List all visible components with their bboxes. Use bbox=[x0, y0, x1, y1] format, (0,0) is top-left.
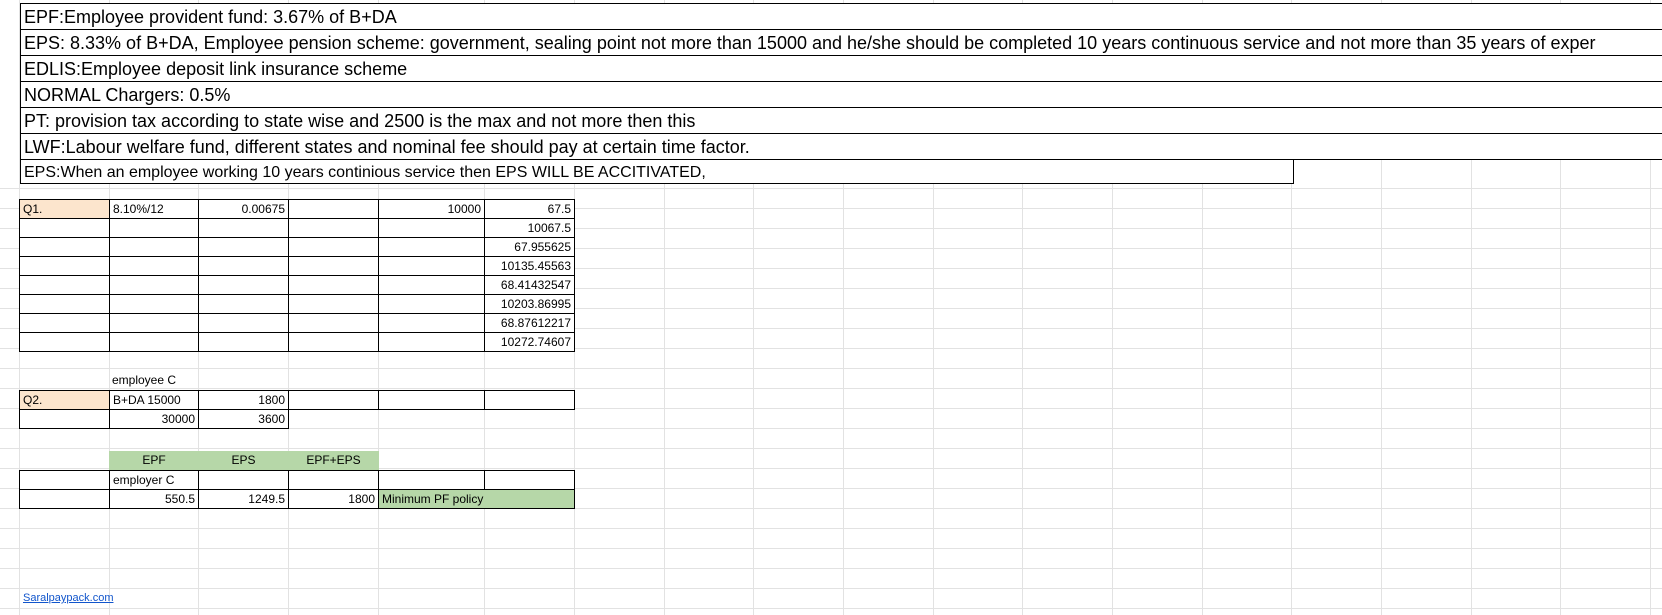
table-cell[interactable] bbox=[288, 199, 379, 219]
table-cell[interactable] bbox=[19, 237, 110, 257]
table-cell[interactable] bbox=[288, 237, 379, 257]
q1-label[interactable]: Q1. bbox=[19, 199, 110, 219]
table-cell[interactable] bbox=[109, 332, 199, 352]
table-cell[interactable] bbox=[288, 332, 379, 352]
gridline bbox=[0, 368, 1662, 369]
gridline bbox=[0, 568, 1662, 569]
gridline bbox=[0, 588, 1662, 589]
table-cell[interactable] bbox=[484, 470, 575, 490]
table-cell[interactable] bbox=[378, 313, 485, 333]
table-cell[interactable] bbox=[288, 275, 379, 295]
gridline bbox=[0, 548, 1662, 549]
q1-result[interactable]: 10067.5 bbox=[484, 218, 575, 238]
table-cell[interactable] bbox=[288, 470, 379, 490]
table-cell[interactable] bbox=[19, 294, 110, 314]
table-cell[interactable] bbox=[288, 390, 379, 410]
q2-value[interactable]: 3600 bbox=[198, 409, 289, 429]
table-cell[interactable] bbox=[19, 409, 110, 429]
table-cell[interactable] bbox=[378, 332, 485, 352]
q1-result[interactable]: 10203.86995 bbox=[484, 294, 575, 314]
table-cell[interactable] bbox=[378, 294, 485, 314]
table-cell[interactable] bbox=[288, 256, 379, 276]
header-eps[interactable]: EPS bbox=[198, 451, 289, 470]
employer-total-value[interactable]: 1800 bbox=[288, 489, 379, 509]
table-cell[interactable] bbox=[109, 294, 199, 314]
table-cell[interactable] bbox=[19, 313, 110, 333]
table-cell[interactable] bbox=[109, 256, 199, 276]
q1-principal[interactable]: 10000 bbox=[378, 199, 485, 219]
q2-amount[interactable]: 30000 bbox=[109, 409, 199, 429]
q2-bda[interactable]: B+DA 15000 bbox=[109, 390, 199, 410]
table-cell[interactable] bbox=[198, 237, 289, 257]
table-cell[interactable] bbox=[109, 218, 199, 238]
q1-monthly-rate[interactable]: 0.00675 bbox=[198, 199, 289, 219]
gridline bbox=[0, 608, 1662, 609]
q2-value[interactable]: 1800 bbox=[198, 390, 289, 410]
q1-result[interactable]: 68.41432547 bbox=[484, 275, 575, 295]
minimum-pf-policy[interactable]: Minimum PF policy bbox=[378, 489, 575, 509]
table-cell[interactable] bbox=[198, 294, 289, 314]
table-cell[interactable] bbox=[198, 313, 289, 333]
table-cell[interactable] bbox=[109, 275, 199, 295]
q2-label[interactable]: Q2. bbox=[19, 390, 110, 410]
table-cell[interactable] bbox=[19, 470, 110, 490]
note-eps-activation[interactable]: EPS:When an employee working 10 years co… bbox=[20, 159, 1294, 184]
q1-result[interactable]: 68.87612217 bbox=[484, 313, 575, 333]
header-epf-eps[interactable]: EPF+EPS bbox=[288, 451, 379, 470]
note-edlis[interactable]: EDLIS:Employee deposit link insurance sc… bbox=[20, 55, 1662, 82]
table-cell[interactable] bbox=[19, 256, 110, 276]
table-cell[interactable] bbox=[109, 313, 199, 333]
q1-rate[interactable]: 8.10%/12 bbox=[109, 199, 199, 219]
table-cell[interactable] bbox=[19, 275, 110, 295]
table-cell[interactable] bbox=[378, 218, 485, 238]
table-cell[interactable] bbox=[378, 470, 485, 490]
employer-c-label[interactable]: employer C bbox=[109, 470, 199, 490]
gridline bbox=[0, 528, 1662, 529]
q1-result[interactable]: 67.5 bbox=[484, 199, 575, 219]
table-cell[interactable] bbox=[19, 332, 110, 352]
spreadsheet-grid[interactable]: EPF:Employee provident fund: 3.67% of B+… bbox=[0, 0, 1662, 615]
note-lwf[interactable]: LWF:Labour welfare fund, different state… bbox=[20, 133, 1662, 160]
table-cell[interactable] bbox=[288, 218, 379, 238]
table-cell[interactable] bbox=[378, 390, 485, 410]
table-cell[interactable] bbox=[484, 390, 575, 410]
table-cell[interactable] bbox=[198, 218, 289, 238]
table-cell[interactable] bbox=[288, 294, 379, 314]
table-cell[interactable] bbox=[198, 470, 289, 490]
q1-result[interactable]: 10135.45563 bbox=[484, 256, 575, 276]
note-epf[interactable]: EPF:Employee provident fund: 3.67% of B+… bbox=[20, 3, 1662, 30]
employer-eps-value[interactable]: 1249.5 bbox=[198, 489, 289, 509]
note-normal-charges[interactable]: NORMAL Chargers: 0.5% bbox=[20, 81, 1662, 108]
table-cell[interactable] bbox=[288, 313, 379, 333]
employer-epf-value[interactable]: 550.5 bbox=[109, 489, 199, 509]
gridline bbox=[0, 388, 1662, 389]
saralpaypack-link[interactable]: Saralpaypack.com bbox=[23, 592, 114, 604]
note-pt[interactable]: PT: provision tax according to state wis… bbox=[20, 107, 1662, 134]
table-cell[interactable] bbox=[378, 256, 485, 276]
employee-c-label[interactable]: employee C bbox=[109, 371, 199, 391]
table-cell[interactable] bbox=[378, 275, 485, 295]
q1-result[interactable]: 67.955625 bbox=[484, 237, 575, 257]
q1-result[interactable]: 10272.74607 bbox=[484, 332, 575, 352]
table-cell[interactable] bbox=[109, 237, 199, 257]
table-cell[interactable] bbox=[198, 256, 289, 276]
header-epf[interactable]: EPF bbox=[109, 451, 199, 470]
table-cell[interactable] bbox=[19, 218, 110, 238]
table-cell[interactable] bbox=[19, 489, 110, 509]
table-cell[interactable] bbox=[198, 332, 289, 352]
table-cell[interactable] bbox=[378, 237, 485, 257]
gridline bbox=[0, 188, 1662, 189]
note-eps[interactable]: EPS: 8.33% of B+DA, Employee pension sch… bbox=[20, 29, 1662, 56]
gridline bbox=[0, 448, 1662, 449]
table-cell[interactable] bbox=[198, 275, 289, 295]
